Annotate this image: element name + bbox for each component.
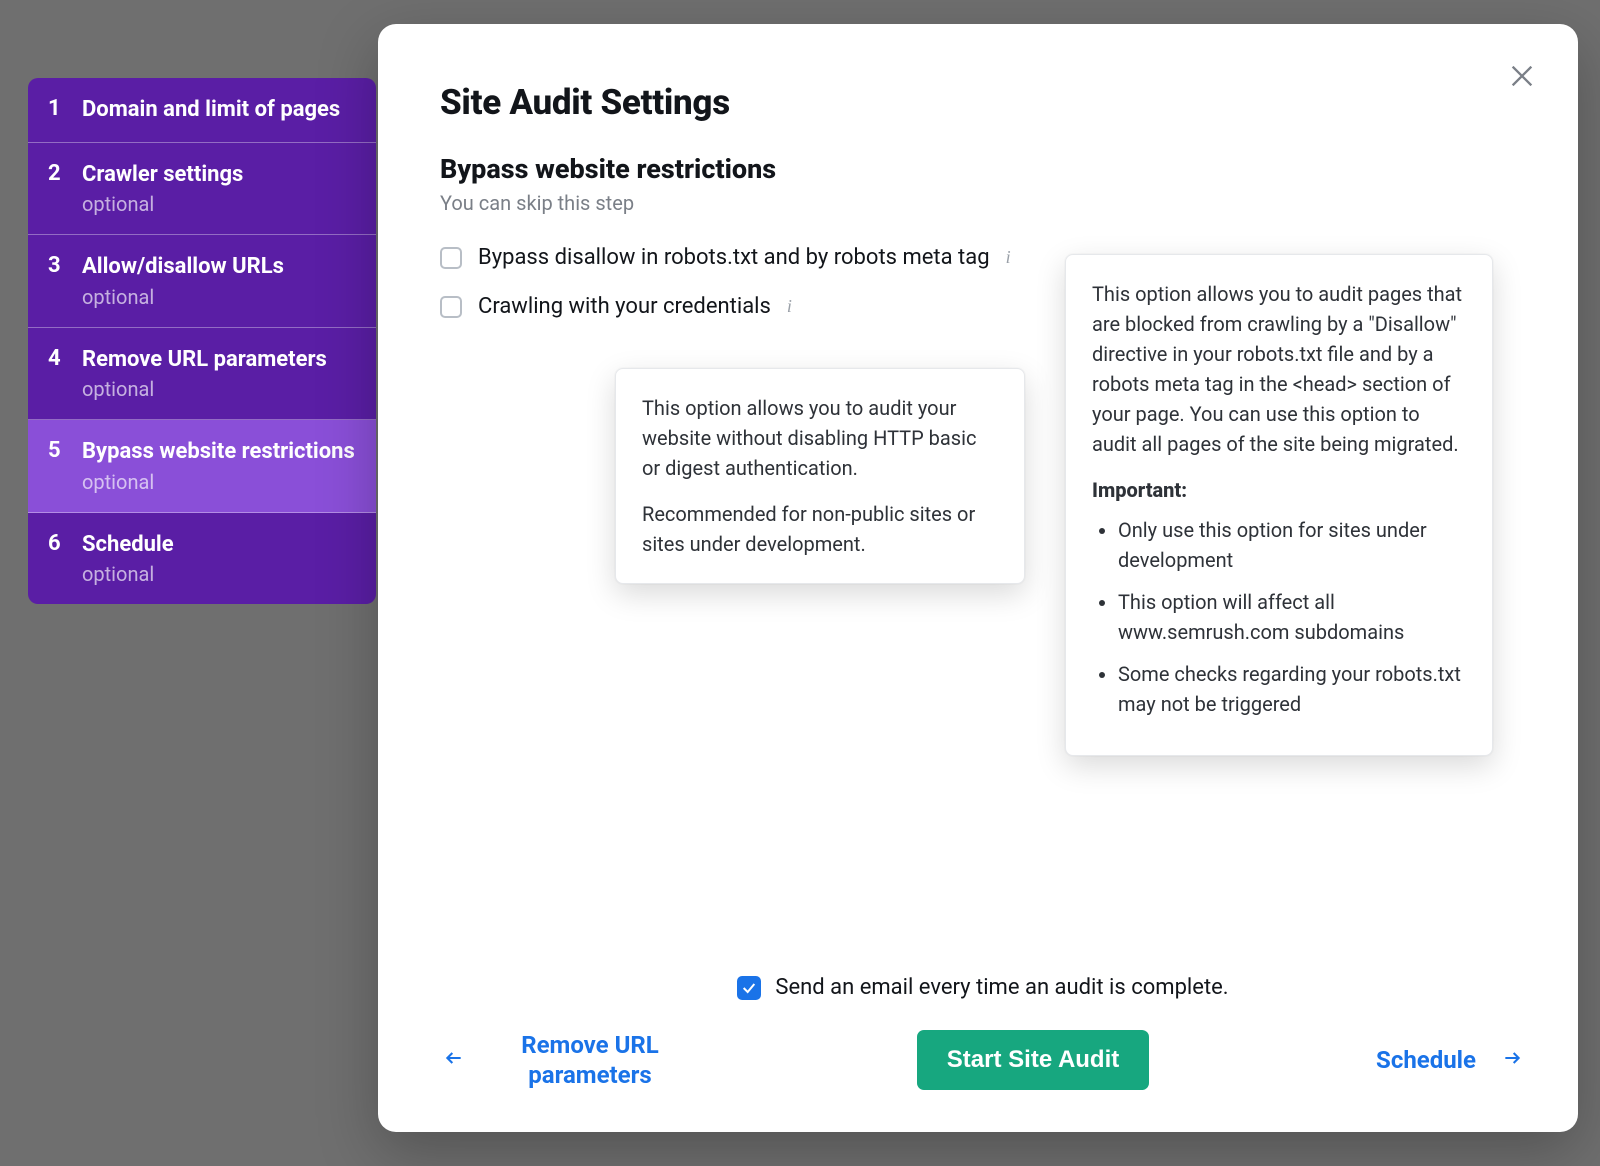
tooltip-bullet: Some checks regarding your robots.txt ma… [1118, 659, 1466, 719]
checkbox-credentials[interactable] [440, 296, 462, 318]
section-title: Bypass website restrictions [440, 153, 1526, 185]
email-notify-row: Send an email every time an audit is com… [440, 975, 1526, 1000]
checkbox-bypass-robots[interactable] [440, 247, 462, 269]
checkbox-email-notify[interactable] [737, 976, 761, 1000]
tooltip-important-label: Important: [1092, 475, 1466, 505]
option-label: Crawling with your credentials [478, 294, 771, 319]
step-optional: optional [82, 470, 356, 494]
tooltip-bullet: Only use this option for sites under dev… [1118, 515, 1466, 575]
footer-nav: Remove URL parameters Start Site Audit S… [440, 1030, 1526, 1090]
step-label: Bypass website restrictions [82, 438, 356, 466]
step-number: 3 [48, 253, 82, 279]
step-label: Schedule [82, 531, 356, 559]
arrow-left-icon [440, 1046, 468, 1074]
tooltip-text: This option allows you to audit your web… [642, 393, 998, 483]
email-notify-label: Send an email every time an audit is com… [775, 975, 1228, 1000]
step-optional: optional [82, 562, 356, 586]
next-label: Schedule [1376, 1045, 1476, 1075]
info-icon[interactable]: i [1006, 247, 1011, 268]
step-number: 2 [48, 161, 82, 187]
step-optional: optional [82, 285, 356, 309]
start-audit-button[interactable]: Start Site Audit [917, 1030, 1149, 1090]
step-optional: optional [82, 192, 356, 216]
section-subtitle: You can skip this step [440, 191, 1526, 215]
back-label: Remove URL parameters [490, 1030, 690, 1090]
sidebar-item-crawler[interactable]: 2 Crawler settings optional [28, 143, 376, 236]
arrow-right-icon [1498, 1046, 1526, 1074]
sidebar-item-schedule[interactable]: 6 Schedule optional [28, 513, 376, 605]
tooltip-bullet-list: Only use this option for sites under dev… [1092, 515, 1466, 719]
step-label: Domain and limit of pages [82, 96, 356, 124]
tooltip-bypass-robots: This option allows you to audit pages th… [1065, 254, 1493, 756]
wizard-steps-sidebar: 1 Domain and limit of pages 2 Crawler se… [28, 78, 376, 604]
close-icon[interactable] [1508, 62, 1536, 95]
tooltip-bullet: This option will affect all www.semrush.… [1118, 587, 1466, 647]
tooltip-credentials: This option allows you to audit your web… [615, 368, 1025, 584]
option-label: Bypass disallow in robots.txt and by rob… [478, 245, 990, 270]
step-label: Crawler settings [82, 161, 356, 189]
step-number: 6 [48, 531, 82, 557]
sidebar-item-urls[interactable]: 3 Allow/disallow URLs optional [28, 235, 376, 328]
step-label: Allow/disallow URLs [82, 253, 356, 281]
step-optional: optional [82, 377, 356, 401]
step-number: 1 [48, 96, 82, 122]
step-label: Remove URL parameters [82, 346, 356, 374]
back-button[interactable]: Remove URL parameters [440, 1030, 690, 1090]
step-number: 4 [48, 346, 82, 372]
tooltip-text: This option allows you to audit pages th… [1092, 279, 1466, 459]
tooltip-text: Recommended for non-public sites or site… [642, 499, 998, 559]
next-button[interactable]: Schedule [1376, 1045, 1526, 1075]
step-number: 5 [48, 438, 82, 464]
modal-footer: Send an email every time an audit is com… [440, 975, 1526, 1090]
info-icon[interactable]: i [787, 296, 792, 317]
modal-title: Site Audit Settings [440, 82, 1526, 123]
sidebar-item-domain[interactable]: 1 Domain and limit of pages [28, 78, 376, 143]
sidebar-item-params[interactable]: 4 Remove URL parameters optional [28, 328, 376, 421]
sidebar-item-bypass[interactable]: 5 Bypass website restrictions optional [28, 420, 376, 513]
